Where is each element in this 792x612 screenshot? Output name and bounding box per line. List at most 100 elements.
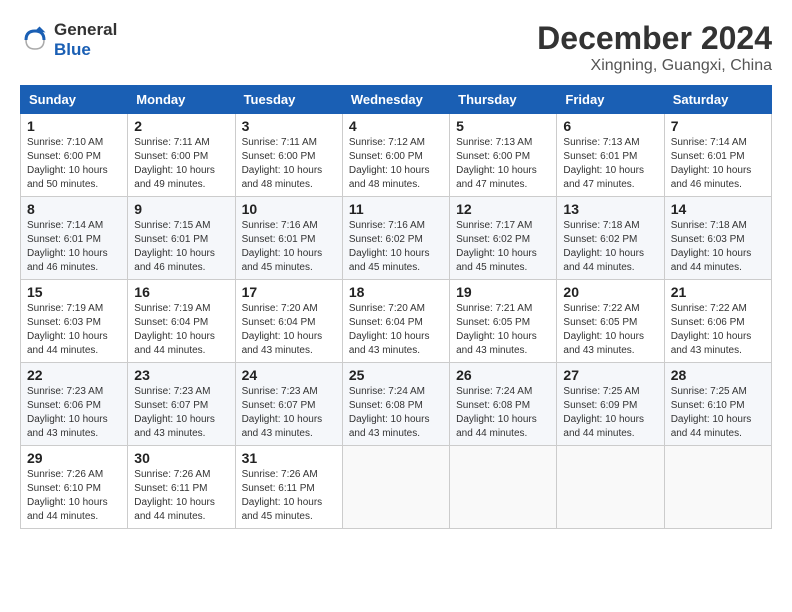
day-info: Sunrise: 7:26 AMSunset: 6:11 PMDaylight:… bbox=[134, 468, 228, 524]
day-number: 30 bbox=[134, 450, 228, 466]
day-info: Sunrise: 7:16 AMSunset: 6:01 PMDaylight:… bbox=[242, 219, 336, 275]
day-number: 3 bbox=[242, 118, 336, 134]
day-info: Sunrise: 7:24 AMSunset: 6:08 PMDaylight:… bbox=[456, 385, 550, 441]
calendar-cell: 7 Sunrise: 7:14 AMSunset: 6:01 PMDaylight… bbox=[664, 114, 771, 197]
header-sunday: Sunday bbox=[21, 86, 128, 114]
calendar-cell: 13Sunrise: 7:18 AMSunset: 6:02 PMDayligh… bbox=[557, 197, 664, 280]
day-info: Sunrise: 7:13 AMSunset: 6:01 PMDaylight:… bbox=[563, 136, 657, 192]
day-number: 26 bbox=[456, 367, 550, 383]
day-info: Sunrise: 7:23 AMSunset: 6:06 PMDaylight:… bbox=[27, 385, 121, 441]
day-number: 22 bbox=[27, 367, 121, 383]
calendar-cell: 26 Sunrise: 7:24 AMSunset: 6:08 PMDayligh… bbox=[450, 363, 557, 446]
day-info: Sunrise: 7:20 AMSunset: 6:04 PMDaylight:… bbox=[349, 302, 443, 358]
calendar-cell: 24Sunrise: 7:23 AMSunset: 6:07 PMDayligh… bbox=[235, 363, 342, 446]
day-info: Sunrise: 7:14 AMSunset: 6:01 PMDaylight:… bbox=[27, 219, 121, 275]
calendar-cell: 3Sunrise: 7:11 AMSunset: 6:00 PMDaylight… bbox=[235, 114, 342, 197]
calendar-cell: 29 Sunrise: 7:26 AMSunset: 6:10 PMDayligh… bbox=[21, 446, 128, 529]
calendar-cell: 9 Sunrise: 7:15 AMSunset: 6:01 PMDaylight… bbox=[128, 197, 235, 280]
day-number: 27 bbox=[563, 367, 657, 383]
day-info: Sunrise: 7:15 AMSunset: 6:01 PMDaylight:… bbox=[134, 219, 228, 275]
calendar-cell: 21Sunrise: 7:22 AMSunset: 6:06 PMDayligh… bbox=[664, 280, 771, 363]
title-block: December 2024 Xingning, Guangxi, China bbox=[537, 20, 772, 75]
header-thursday: Thursday bbox=[450, 86, 557, 114]
calendar-cell: 14Sunrise: 7:18 AMSunset: 6:03 PMDayligh… bbox=[664, 197, 771, 280]
day-number: 2 bbox=[134, 118, 228, 134]
calendar-cell: 4 Sunrise: 7:12 AMSunset: 6:00 PMDaylight… bbox=[342, 114, 449, 197]
header-friday: Friday bbox=[557, 86, 664, 114]
day-number: 28 bbox=[671, 367, 765, 383]
calendar-cell: 16Sunrise: 7:19 AMSunset: 6:04 PMDayligh… bbox=[128, 280, 235, 363]
day-number: 23 bbox=[134, 367, 228, 383]
day-info: Sunrise: 7:19 AMSunset: 6:03 PMDaylight:… bbox=[27, 302, 121, 358]
day-number: 20 bbox=[563, 284, 657, 300]
calendar-header-row: SundayMondayTuesdayWednesdayThursdayFrid… bbox=[21, 86, 772, 114]
day-info: Sunrise: 7:16 AMSunset: 6:02 PMDaylight:… bbox=[349, 219, 443, 275]
day-number: 31 bbox=[242, 450, 336, 466]
calendar-cell bbox=[342, 446, 449, 529]
header-saturday: Saturday bbox=[664, 86, 771, 114]
day-number: 14 bbox=[671, 201, 765, 217]
day-number: 5 bbox=[456, 118, 550, 134]
calendar-cell: 22 Sunrise: 7:23 AMSunset: 6:06 PMDayligh… bbox=[21, 363, 128, 446]
calendar-cell: 2 Sunrise: 7:11 AMSunset: 6:00 PMDaylight… bbox=[128, 114, 235, 197]
day-number: 6 bbox=[563, 118, 657, 134]
calendar-cell: 5 Sunrise: 7:13 AMSunset: 6:00 PMDaylight… bbox=[450, 114, 557, 197]
day-info: Sunrise: 7:17 AMSunset: 6:02 PMDaylight:… bbox=[456, 219, 550, 275]
day-info: Sunrise: 7:26 AMSunset: 6:11 PMDaylight:… bbox=[242, 468, 336, 524]
calendar-cell: 12 Sunrise: 7:17 AMSunset: 6:02 PMDayligh… bbox=[450, 197, 557, 280]
day-info: Sunrise: 7:14 AMSunset: 6:01 PMDaylight:… bbox=[671, 136, 765, 192]
day-number: 21 bbox=[671, 284, 765, 300]
calendar-cell: 30 Sunrise: 7:26 AMSunset: 6:11 PMDayligh… bbox=[128, 446, 235, 529]
day-number: 16 bbox=[134, 284, 228, 300]
calendar-cell bbox=[450, 446, 557, 529]
day-number: 15 bbox=[27, 284, 121, 300]
day-info: Sunrise: 7:23 AMSunset: 6:07 PMDaylight:… bbox=[242, 385, 336, 441]
day-info: Sunrise: 7:23 AMSunset: 6:07 PMDaylight:… bbox=[134, 385, 228, 441]
day-number: 19 bbox=[456, 284, 550, 300]
calendar-cell: 17 Sunrise: 7:20 AMSunset: 6:04 PMDayligh… bbox=[235, 280, 342, 363]
day-number: 10 bbox=[242, 201, 336, 217]
day-info: Sunrise: 7:20 AMSunset: 6:04 PMDaylight:… bbox=[242, 302, 336, 358]
calendar-week-row: 29 Sunrise: 7:26 AMSunset: 6:10 PMDayligh… bbox=[21, 446, 772, 529]
header-tuesday: Tuesday bbox=[235, 86, 342, 114]
day-number: 25 bbox=[349, 367, 443, 383]
day-number: 9 bbox=[134, 201, 228, 217]
calendar-cell: 19 Sunrise: 7:21 AMSunset: 6:05 PMDayligh… bbox=[450, 280, 557, 363]
day-number: 8 bbox=[27, 201, 121, 217]
day-number: 7 bbox=[671, 118, 765, 134]
day-info: Sunrise: 7:22 AMSunset: 6:05 PMDaylight:… bbox=[563, 302, 657, 358]
calendar-week-row: 15 Sunrise: 7:19 AMSunset: 6:03 PMDayligh… bbox=[21, 280, 772, 363]
calendar-cell: 6 Sunrise: 7:13 AMSunset: 6:01 PMDaylight… bbox=[557, 114, 664, 197]
calendar-table: SundayMondayTuesdayWednesdayThursdayFrid… bbox=[20, 85, 772, 529]
calendar-cell: 28Sunrise: 7:25 AMSunset: 6:10 PMDayligh… bbox=[664, 363, 771, 446]
day-info: Sunrise: 7:11 AMSunset: 6:00 PMDaylight:… bbox=[134, 136, 228, 192]
logo: General Blue bbox=[20, 20, 117, 60]
day-number: 18 bbox=[349, 284, 443, 300]
calendar-cell: 15 Sunrise: 7:19 AMSunset: 6:03 PMDayligh… bbox=[21, 280, 128, 363]
calendar-cell: 25 Sunrise: 7:24 AMSunset: 6:08 PMDayligh… bbox=[342, 363, 449, 446]
location-title: Xingning, Guangxi, China bbox=[537, 57, 772, 75]
day-info: Sunrise: 7:21 AMSunset: 6:05 PMDaylight:… bbox=[456, 302, 550, 358]
day-number: 29 bbox=[27, 450, 121, 466]
calendar-cell: 31 Sunrise: 7:26 AMSunset: 6:11 PMDayligh… bbox=[235, 446, 342, 529]
day-number: 12 bbox=[456, 201, 550, 217]
logo-icon bbox=[20, 25, 50, 55]
calendar-cell: 8 Sunrise: 7:14 AMSunset: 6:01 PMDaylight… bbox=[21, 197, 128, 280]
day-number: 1 bbox=[27, 118, 121, 134]
calendar-cell: 18 Sunrise: 7:20 AMSunset: 6:04 PMDayligh… bbox=[342, 280, 449, 363]
calendar-cell: 27Sunrise: 7:25 AMSunset: 6:09 PMDayligh… bbox=[557, 363, 664, 446]
day-info: Sunrise: 7:18 AMSunset: 6:02 PMDaylight:… bbox=[563, 219, 657, 275]
day-info: Sunrise: 7:24 AMSunset: 6:08 PMDaylight:… bbox=[349, 385, 443, 441]
calendar-cell: 1 Sunrise: 7:10 AMSunset: 6:00 PMDaylight… bbox=[21, 114, 128, 197]
day-info: Sunrise: 7:26 AMSunset: 6:10 PMDaylight:… bbox=[27, 468, 121, 524]
calendar-cell: 11Sunrise: 7:16 AMSunset: 6:02 PMDayligh… bbox=[342, 197, 449, 280]
day-number: 17 bbox=[242, 284, 336, 300]
logo-text: General Blue bbox=[54, 20, 117, 60]
day-info: Sunrise: 7:13 AMSunset: 6:00 PMDaylight:… bbox=[456, 136, 550, 192]
day-info: Sunrise: 7:10 AMSunset: 6:00 PMDaylight:… bbox=[27, 136, 121, 192]
month-title: December 2024 bbox=[537, 20, 772, 57]
calendar-week-row: 22 Sunrise: 7:23 AMSunset: 6:06 PMDayligh… bbox=[21, 363, 772, 446]
calendar-cell bbox=[664, 446, 771, 529]
day-number: 4 bbox=[349, 118, 443, 134]
day-info: Sunrise: 7:12 AMSunset: 6:00 PMDaylight:… bbox=[349, 136, 443, 192]
